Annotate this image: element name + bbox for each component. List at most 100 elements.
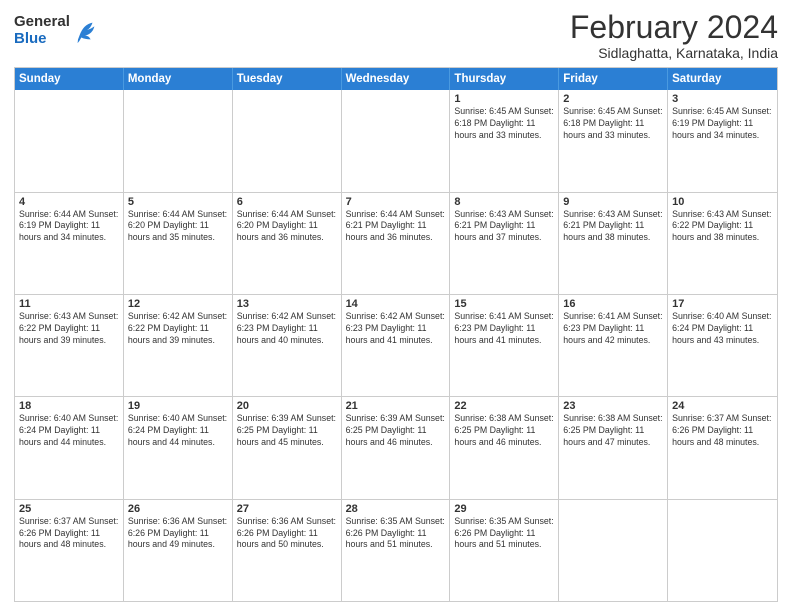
cal-header-saturday: Saturday — [668, 68, 777, 90]
cell-date: 1 — [454, 93, 554, 105]
cell-info: Sunrise: 6:38 AM Sunset: 6:25 PM Dayligh… — [454, 413, 554, 449]
calendar-body: 1Sunrise: 6:45 AM Sunset: 6:18 PM Daylig… — [15, 90, 777, 601]
logo: General Blue — [14, 14, 100, 47]
cell-info: Sunrise: 6:41 AM Sunset: 6:23 PM Dayligh… — [563, 311, 663, 347]
cal-cell: 19Sunrise: 6:40 AM Sunset: 6:24 PM Dayli… — [124, 397, 233, 498]
cell-date: 21 — [346, 400, 446, 412]
header: General Blue February 2024 Sidlaghatta, … — [14, 10, 778, 61]
cal-header-wednesday: Wednesday — [342, 68, 451, 90]
cell-info: Sunrise: 6:44 AM Sunset: 6:21 PM Dayligh… — [346, 209, 446, 245]
cell-info: Sunrise: 6:44 AM Sunset: 6:20 PM Dayligh… — [237, 209, 337, 245]
cal-cell — [15, 90, 124, 191]
cell-date: 6 — [237, 196, 337, 208]
cell-info: Sunrise: 6:45 AM Sunset: 6:18 PM Dayligh… — [454, 106, 554, 142]
logo-text: General Blue — [14, 14, 70, 47]
cell-info: Sunrise: 6:43 AM Sunset: 6:21 PM Dayligh… — [563, 209, 663, 245]
cell-date: 15 — [454, 298, 554, 310]
cell-date: 28 — [346, 503, 446, 515]
cal-week-4: 18Sunrise: 6:40 AM Sunset: 6:24 PM Dayli… — [15, 397, 777, 499]
cell-date: 14 — [346, 298, 446, 310]
cell-date: 4 — [19, 196, 119, 208]
cal-cell: 10Sunrise: 6:43 AM Sunset: 6:22 PM Dayli… — [668, 193, 777, 294]
cell-date: 9 — [563, 196, 663, 208]
cal-cell: 17Sunrise: 6:40 AM Sunset: 6:24 PM Dayli… — [668, 295, 777, 396]
cell-info: Sunrise: 6:39 AM Sunset: 6:25 PM Dayligh… — [346, 413, 446, 449]
cal-week-1: 1Sunrise: 6:45 AM Sunset: 6:18 PM Daylig… — [15, 90, 777, 192]
cal-cell: 18Sunrise: 6:40 AM Sunset: 6:24 PM Dayli… — [15, 397, 124, 498]
cell-date: 26 — [128, 503, 228, 515]
cal-cell — [559, 500, 668, 601]
calendar: SundayMondayTuesdayWednesdayThursdayFrid… — [14, 67, 778, 602]
cal-cell: 29Sunrise: 6:35 AM Sunset: 6:26 PM Dayli… — [450, 500, 559, 601]
cal-week-3: 11Sunrise: 6:43 AM Sunset: 6:22 PM Dayli… — [15, 295, 777, 397]
cal-week-2: 4Sunrise: 6:44 AM Sunset: 6:19 PM Daylig… — [15, 193, 777, 295]
cell-date: 3 — [672, 93, 773, 105]
cell-info: Sunrise: 6:43 AM Sunset: 6:21 PM Dayligh… — [454, 209, 554, 245]
cell-date: 2 — [563, 93, 663, 105]
cal-cell: 4Sunrise: 6:44 AM Sunset: 6:19 PM Daylig… — [15, 193, 124, 294]
cell-info: Sunrise: 6:40 AM Sunset: 6:24 PM Dayligh… — [128, 413, 228, 449]
main-title: February 2024 — [570, 10, 778, 45]
cal-header-monday: Monday — [124, 68, 233, 90]
cell-date: 10 — [672, 196, 773, 208]
cal-header-tuesday: Tuesday — [233, 68, 342, 90]
cal-week-5: 25Sunrise: 6:37 AM Sunset: 6:26 PM Dayli… — [15, 500, 777, 601]
cell-info: Sunrise: 6:35 AM Sunset: 6:26 PM Dayligh… — [346, 516, 446, 552]
cal-cell: 1Sunrise: 6:45 AM Sunset: 6:18 PM Daylig… — [450, 90, 559, 191]
cal-cell: 15Sunrise: 6:41 AM Sunset: 6:23 PM Dayli… — [450, 295, 559, 396]
cell-info: Sunrise: 6:44 AM Sunset: 6:19 PM Dayligh… — [19, 209, 119, 245]
cal-cell: 28Sunrise: 6:35 AM Sunset: 6:26 PM Dayli… — [342, 500, 451, 601]
cell-info: Sunrise: 6:42 AM Sunset: 6:23 PM Dayligh… — [346, 311, 446, 347]
cal-cell — [668, 500, 777, 601]
cal-cell: 6Sunrise: 6:44 AM Sunset: 6:20 PM Daylig… — [233, 193, 342, 294]
cell-date: 25 — [19, 503, 119, 515]
cal-cell: 5Sunrise: 6:44 AM Sunset: 6:20 PM Daylig… — [124, 193, 233, 294]
cal-header-friday: Friday — [559, 68, 668, 90]
cal-cell — [233, 90, 342, 191]
cal-header-thursday: Thursday — [450, 68, 559, 90]
cal-cell: 16Sunrise: 6:41 AM Sunset: 6:23 PM Dayli… — [559, 295, 668, 396]
cell-info: Sunrise: 6:45 AM Sunset: 6:18 PM Dayligh… — [563, 106, 663, 142]
cal-cell: 24Sunrise: 6:37 AM Sunset: 6:26 PM Dayli… — [668, 397, 777, 498]
cell-info: Sunrise: 6:42 AM Sunset: 6:23 PM Dayligh… — [237, 311, 337, 347]
cell-info: Sunrise: 6:36 AM Sunset: 6:26 PM Dayligh… — [128, 516, 228, 552]
cell-date: 29 — [454, 503, 554, 515]
cell-date: 17 — [672, 298, 773, 310]
cell-date: 19 — [128, 400, 228, 412]
cal-cell: 21Sunrise: 6:39 AM Sunset: 6:25 PM Dayli… — [342, 397, 451, 498]
cell-info: Sunrise: 6:44 AM Sunset: 6:20 PM Dayligh… — [128, 209, 228, 245]
cal-cell: 20Sunrise: 6:39 AM Sunset: 6:25 PM Dayli… — [233, 397, 342, 498]
cell-date: 5 — [128, 196, 228, 208]
calendar-page: General Blue February 2024 Sidlaghatta, … — [0, 0, 792, 612]
cell-info: Sunrise: 6:39 AM Sunset: 6:25 PM Dayligh… — [237, 413, 337, 449]
cal-cell: 27Sunrise: 6:36 AM Sunset: 6:26 PM Dayli… — [233, 500, 342, 601]
cal-cell — [342, 90, 451, 191]
cell-date: 16 — [563, 298, 663, 310]
cell-date: 11 — [19, 298, 119, 310]
cal-cell: 22Sunrise: 6:38 AM Sunset: 6:25 PM Dayli… — [450, 397, 559, 498]
cell-date: 27 — [237, 503, 337, 515]
cell-date: 22 — [454, 400, 554, 412]
cell-date: 23 — [563, 400, 663, 412]
cell-info: Sunrise: 6:35 AM Sunset: 6:26 PM Dayligh… — [454, 516, 554, 552]
cal-cell: 9Sunrise: 6:43 AM Sunset: 6:21 PM Daylig… — [559, 193, 668, 294]
cal-cell: 26Sunrise: 6:36 AM Sunset: 6:26 PM Dayli… — [124, 500, 233, 601]
cell-info: Sunrise: 6:37 AM Sunset: 6:26 PM Dayligh… — [19, 516, 119, 552]
cal-cell: 13Sunrise: 6:42 AM Sunset: 6:23 PM Dayli… — [233, 295, 342, 396]
cell-date: 8 — [454, 196, 554, 208]
cell-info: Sunrise: 6:40 AM Sunset: 6:24 PM Dayligh… — [19, 413, 119, 449]
cell-date: 7 — [346, 196, 446, 208]
cal-cell: 2Sunrise: 6:45 AM Sunset: 6:18 PM Daylig… — [559, 90, 668, 191]
cal-cell: 8Sunrise: 6:43 AM Sunset: 6:21 PM Daylig… — [450, 193, 559, 294]
cal-cell: 12Sunrise: 6:42 AM Sunset: 6:22 PM Dayli… — [124, 295, 233, 396]
cell-info: Sunrise: 6:42 AM Sunset: 6:22 PM Dayligh… — [128, 311, 228, 347]
cal-cell: 3Sunrise: 6:45 AM Sunset: 6:19 PM Daylig… — [668, 90, 777, 191]
cell-info: Sunrise: 6:41 AM Sunset: 6:23 PM Dayligh… — [454, 311, 554, 347]
cell-info: Sunrise: 6:38 AM Sunset: 6:25 PM Dayligh… — [563, 413, 663, 449]
cal-cell: 23Sunrise: 6:38 AM Sunset: 6:25 PM Dayli… — [559, 397, 668, 498]
cell-info: Sunrise: 6:43 AM Sunset: 6:22 PM Dayligh… — [672, 209, 773, 245]
calendar-header-row: SundayMondayTuesdayWednesdayThursdayFrid… — [15, 68, 777, 90]
logo-blue: Blue — [14, 31, 70, 48]
cell-info: Sunrise: 6:43 AM Sunset: 6:22 PM Dayligh… — [19, 311, 119, 347]
cal-header-sunday: Sunday — [15, 68, 124, 90]
